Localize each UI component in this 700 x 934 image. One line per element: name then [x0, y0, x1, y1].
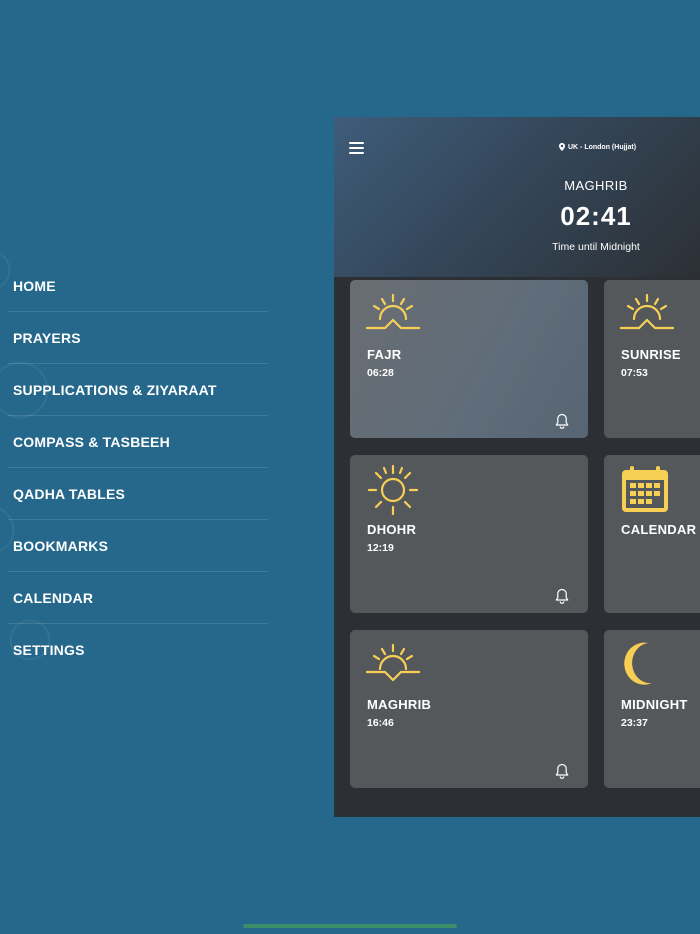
- prayer-card-dhohr[interactable]: DHOHR 12:19: [350, 455, 588, 613]
- header: UK - London (Hujjat) MAGHRIB 02:41 Time …: [334, 117, 700, 277]
- menu-item-supplications[interactable]: SUPPLICATIONS & ZIYARAAT: [8, 364, 268, 416]
- prayer-card-maghrib[interactable]: MAGHRIB 16:46: [350, 630, 588, 788]
- prayer-card-sunrise[interactable]: SUNRISE 07:53: [604, 280, 700, 438]
- menu-item-prayers[interactable]: PRAYERS: [8, 312, 268, 364]
- prayer-time: 16:46: [367, 717, 394, 729]
- prayer-time: 23:37: [621, 717, 648, 729]
- prayer-name: SUNRISE: [621, 347, 681, 362]
- menu-item-compass[interactable]: COMPASS & TASBEEH: [8, 416, 268, 468]
- prayer-time: 12:19: [367, 542, 394, 554]
- location-pin-icon: [559, 143, 565, 151]
- menu-item-label: HOME: [13, 277, 56, 294]
- countdown-label: Time until Midnight: [552, 241, 640, 253]
- prayer-name: MAGHRIB: [367, 697, 432, 712]
- prayer-card-fajr[interactable]: FAJR 06:28: [350, 280, 588, 438]
- bell-icon[interactable]: [555, 588, 569, 604]
- sunset-icon: [366, 643, 420, 682]
- hamburger-menu-icon[interactable]: [349, 142, 364, 154]
- countdown-timer: 02:41: [560, 201, 632, 231]
- prayer-name: FAJR: [367, 347, 402, 362]
- main-panel: UK - London (Hujjat) MAGHRIB 02:41 Time …: [334, 117, 700, 817]
- menu-item-bookmarks[interactable]: BOOKMARKS: [8, 520, 268, 572]
- menu-item-label: COMPASS & TASBEEH: [13, 433, 170, 450]
- prayer-time: 07:53: [621, 367, 648, 379]
- menu-item-label: PRAYERS: [13, 329, 81, 346]
- menu-item-qadha-tables[interactable]: QADHA TABLES: [8, 468, 268, 520]
- prayer-name: DHOHR: [367, 522, 417, 537]
- menu-item-calendar[interactable]: CALENDAR: [8, 572, 268, 624]
- prayer-name: MIDNIGHT: [621, 697, 688, 712]
- menu-item-label: QADHA TABLES: [13, 485, 126, 502]
- menu-item-label: SETTINGS: [13, 641, 85, 658]
- calendar-label: CALENDAR: [621, 522, 697, 537]
- location-label: UK - London (Hujjat): [568, 143, 637, 151]
- moon-icon: [624, 642, 652, 685]
- calendar-card[interactable]: CALENDAR: [604, 455, 700, 613]
- calendar-icon: [622, 466, 668, 512]
- menu-item-label: CALENDAR: [13, 589, 94, 606]
- menu-item-label: BOOKMARKS: [13, 537, 109, 554]
- home-indicator: [243, 924, 457, 928]
- sunrise-icon: [620, 293, 674, 330]
- side-menu: HOME PRAYERS SUPPLICATIONS & ZIYARAAT CO…: [8, 260, 268, 675]
- menu-item-label: SUPPLICATIONS & ZIYARAAT: [13, 381, 217, 398]
- prayer-card-midnight[interactable]: MIDNIGHT 23:37: [604, 630, 700, 788]
- menu-item-settings[interactable]: SETTINGS: [8, 624, 268, 675]
- sunrise-icon: [366, 293, 420, 330]
- menu-item-home[interactable]: HOME: [8, 260, 268, 312]
- sun-icon: [367, 464, 419, 516]
- prayer-time: 06:28: [367, 367, 394, 379]
- next-prayer-name: MAGHRIB: [564, 178, 628, 193]
- bell-icon[interactable]: [555, 413, 569, 429]
- bell-icon[interactable]: [555, 763, 569, 779]
- location-selector[interactable]: UK - London (Hujjat): [559, 143, 636, 151]
